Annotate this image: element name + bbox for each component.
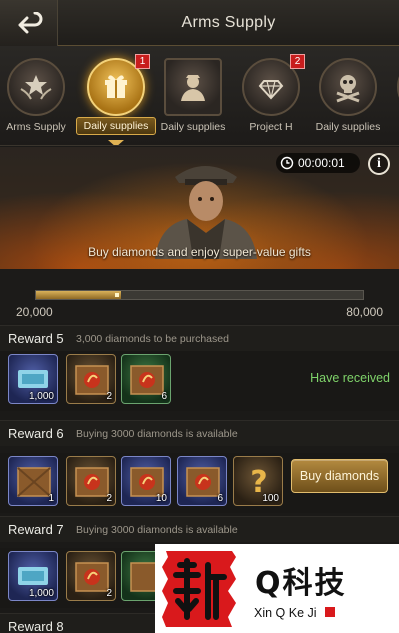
item-quantity: 2	[106, 588, 112, 599]
active-tab-pointer	[108, 140, 124, 145]
skull-crossbones-icon	[319, 58, 377, 116]
tab-daily-supplies-active[interactable]: Daily supplies 1	[76, 54, 156, 145]
reward-title: Reward 8	[8, 619, 64, 633]
tab-label: Project H	[249, 121, 293, 133]
tab-overflow[interactable]	[388, 54, 399, 142]
top-bar: Arms Supply	[0, 0, 399, 46]
reward-description: Buying 3000 diamonds is available	[76, 524, 238, 536]
reward-description: 3,000 diamonds to be purchased	[76, 333, 229, 345]
tab-label: Daily supplies	[76, 117, 156, 135]
officer-silhouette-icon	[164, 58, 222, 116]
watermark-chinese-text: Q科技	[255, 566, 347, 601]
reward-title: Reward 7	[8, 522, 64, 537]
watermark-overlay: Q科技 Xin Q Ke Ji	[155, 544, 399, 633]
reward-item[interactable]: 10	[121, 456, 171, 506]
progress-bar	[35, 290, 364, 300]
timer-value: 00:00:01	[298, 156, 345, 170]
reward-item[interactable]: 2	[66, 354, 116, 404]
reward-item[interactable]: 1,000	[8, 354, 58, 404]
reward-header: Reward 6 Buying 3000 diamonds is availab…	[0, 420, 399, 446]
item-quantity: 100	[262, 493, 279, 504]
item-quantity: 6	[161, 391, 167, 402]
tab-arms-supply[interactable]: Arms Supply	[0, 54, 74, 142]
notification-badge: 1	[135, 54, 150, 69]
countdown-timer: 00:00:01	[276, 153, 360, 173]
item-quantity: 10	[155, 493, 167, 504]
buy-diamonds-button[interactable]: Buy diamonds	[291, 459, 388, 493]
progress-min-label: 20,000	[16, 305, 53, 319]
diamond-progress: 20,000 80,000	[0, 269, 399, 323]
item-quantity: 2	[106, 493, 112, 504]
officer-portrait-image	[155, 166, 257, 259]
back-arrow-icon	[18, 12, 42, 34]
reward-header: Reward 5 3,000 diamonds to be purchased	[0, 325, 399, 351]
reward-items-row: 1,000 2 6 Have received	[0, 351, 399, 411]
category-tabs: Arms Supply Daily supplies 1 Daily suppl…	[0, 46, 399, 146]
info-button[interactable]: i	[368, 153, 390, 175]
item-quantity: 6	[217, 493, 223, 504]
reward-description: Buying 3000 diamonds is available	[76, 428, 238, 440]
tab-project-h[interactable]: Project H 2	[233, 54, 309, 142]
back-button[interactable]	[0, 0, 58, 46]
item-quantity: 1	[48, 493, 54, 504]
reward-title: Reward 6	[8, 426, 64, 441]
progress-fill	[36, 291, 122, 299]
tab-label: Daily supplies	[315, 121, 381, 133]
reward-items-row: 1 2 10 6 ? 100 Buy diamonds	[0, 453, 399, 513]
progress-marker	[115, 293, 120, 297]
page-title: Arms Supply	[181, 14, 276, 31]
item-quantity: 2	[106, 391, 112, 402]
reward-item[interactable]: 2	[66, 456, 116, 506]
watermark-english-text: Xin Q Ke Ji	[254, 606, 317, 620]
reward-item[interactable]: 6	[121, 354, 171, 404]
watermark-logo	[162, 551, 236, 627]
item-quantity: 1,000	[28, 391, 54, 402]
tab-label: Daily supplies	[160, 121, 226, 133]
progress-max-label: 80,000	[346, 305, 383, 319]
tab-daily-supplies-2[interactable]: Daily supplies	[155, 54, 231, 142]
item-quantity: 1,000	[28, 588, 54, 599]
banner-caption: Buy diamonds and enjoy super-value gifts	[88, 245, 311, 259]
reward-item[interactable]: ? 100	[233, 456, 283, 506]
medal-wings-icon	[7, 58, 65, 116]
reward-header: Reward 7 Buying 3000 diamonds is availab…	[0, 516, 399, 542]
promo-banner: 00:00:01 i Buy diamonds and enjoy super-…	[0, 147, 399, 269]
clock-icon	[280, 156, 294, 170]
received-status: Have received	[310, 371, 390, 385]
tab-daily-supplies-3[interactable]: Daily supplies	[310, 54, 386, 142]
reward-item[interactable]: 1	[8, 456, 58, 506]
watermark-red-square	[325, 607, 335, 617]
reward-item[interactable]: 1,000	[8, 551, 58, 601]
reward-title: Reward 5	[8, 331, 64, 346]
reward-item[interactable]: 2	[66, 551, 116, 601]
reward-item[interactable]: 6	[177, 456, 227, 506]
notification-badge: 2	[290, 54, 305, 69]
tab-label: Arms Supply	[6, 121, 66, 133]
